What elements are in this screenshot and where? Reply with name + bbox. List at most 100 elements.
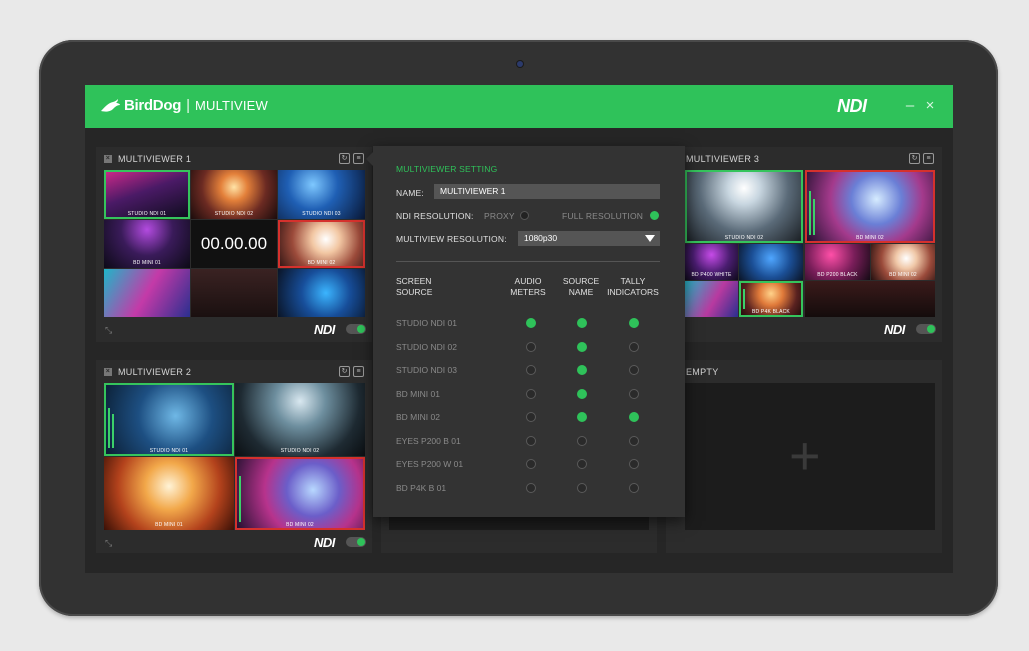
- close-button[interactable]: ×: [923, 97, 937, 114]
- tally-toggle[interactable]: [629, 482, 639, 493]
- tile-studio-ndi-02[interactable]: STUDIO NDI 02: [191, 170, 277, 219]
- panel-title-text: MULTIVIEWER 2: [118, 367, 192, 377]
- audio-toggle[interactable]: [526, 365, 536, 375]
- source-name-toggle[interactable]: [577, 412, 587, 422]
- ndi-output-toggle[interactable]: [346, 537, 366, 547]
- proxy-option-label: PROXY: [484, 211, 515, 221]
- menu-icon[interactable]: ≡: [353, 153, 364, 164]
- tile-bottom-2[interactable]: [191, 269, 277, 317]
- col-screen-source: SCREEN SOURCE: [396, 276, 433, 297]
- tile-studio-ndi-02[interactable]: STUDIO NDI 02: [685, 170, 803, 243]
- tile-bd-mini-02[interactable]: BD MINI 02: [805, 170, 935, 243]
- header-bar: BirdDog | MULTIVIEW NDI – ×: [85, 85, 953, 128]
- birddog-logo: BirdDog | MULTIVIEW: [99, 97, 268, 114]
- multiview-resolution-label: MULTIVIEW RESOLUTION:: [396, 234, 507, 244]
- tally-toggle[interactable]: [629, 412, 639, 422]
- source-row-name: STUDIO NDI 02: [396, 341, 457, 352]
- audio-toggle[interactable]: [526, 388, 536, 399]
- source-grid: STUDIO NDI 01 STUDIO NDI 02 BD MINI 01 B…: [104, 383, 365, 530]
- refresh-icon[interactable]: ↻: [339, 153, 350, 164]
- source-name-toggle[interactable]: [577, 459, 587, 469]
- settings-title: MULTIVIEWER SETTING: [396, 164, 498, 174]
- audio-meter: [112, 414, 114, 448]
- popup-arrow: [366, 152, 373, 166]
- audio-meter: [809, 191, 811, 235]
- tally-toggle[interactable]: [629, 459, 639, 469]
- multiviewer-1-panel: × MULTIVIEWER 1 ↻ ≡ STUDIO NDI 01 STUDIO …: [96, 147, 372, 342]
- tile-bottom-1[interactable]: [685, 281, 738, 317]
- tile-studio-ndi-01[interactable]: STUDIO NDI 01: [104, 170, 190, 219]
- source-name-toggle[interactable]: [577, 435, 587, 446]
- audio-toggle[interactable]: [526, 412, 536, 422]
- refresh-icon[interactable]: ↻: [909, 153, 920, 164]
- chevron-down-icon: [645, 235, 655, 242]
- menu-icon[interactable]: ≡: [353, 366, 364, 377]
- close-box-icon[interactable]: ×: [104, 368, 112, 376]
- tile-bottom-1[interactable]: [104, 269, 190, 317]
- minimize-button[interactable]: –: [903, 97, 917, 114]
- panel-title: × MULTIVIEWER 1: [104, 154, 191, 164]
- ndi-output-toggle[interactable]: [916, 324, 936, 334]
- source-name-toggle[interactable]: [577, 482, 587, 493]
- audio-toggle[interactable]: [526, 482, 536, 493]
- name-label: NAME:: [396, 188, 424, 198]
- source-name-toggle[interactable]: [577, 365, 587, 375]
- tally-toggle[interactable]: [629, 365, 639, 375]
- timer-display: 00.00.00: [191, 220, 277, 268]
- tile-bd-p4k-black[interactable]: BD P4K BLACK: [739, 281, 803, 317]
- expand-icon[interactable]: ⤡: [105, 325, 112, 336]
- tile-studio-ndi-01[interactable]: STUDIO NDI 01: [104, 383, 234, 456]
- source-row-name: STUDIO NDI 01: [396, 318, 457, 328]
- panel-icons: ↻ ≡: [339, 366, 364, 377]
- source-row-name: BD MINI 01: [396, 388, 440, 399]
- tile-bd-p200-black[interactable]: BD P200 BLACK: [805, 244, 870, 280]
- tile-bd-mini-01[interactable]: BD MINI 01: [104, 457, 234, 530]
- name-input[interactable]: MULTIVIEWER 1: [434, 184, 660, 199]
- ndi-output-toggle[interactable]: [346, 324, 366, 334]
- col-audio-meters: AUDIO METERS: [510, 276, 546, 297]
- panel-title: × MULTIVIEWER 2: [104, 367, 191, 377]
- tile-bd-mini-02[interactable]: BD MINI 02: [235, 457, 365, 530]
- source-name-toggle[interactable]: [577, 388, 587, 399]
- tile-studio-ndi-03[interactable]: STUDIO NDI 03: [278, 170, 365, 219]
- source-row-name: STUDIO NDI 03: [396, 365, 457, 375]
- source-name-toggle[interactable]: [577, 318, 587, 328]
- close-box-icon[interactable]: ×: [104, 155, 112, 163]
- audio-toggle[interactable]: [526, 435, 536, 446]
- tally-toggle[interactable]: [629, 388, 639, 399]
- source-grid: STUDIO NDI 02 BD MINI 02 BD P400 WHITE B…: [685, 170, 935, 317]
- tally-toggle[interactable]: [629, 318, 639, 328]
- tile-bd-mini-02-small[interactable]: BD MINI 02: [871, 244, 935, 280]
- tally-toggle[interactable]: [629, 435, 639, 446]
- refresh-icon[interactable]: ↻: [339, 366, 350, 377]
- menu-icon[interactable]: ≡: [923, 153, 934, 164]
- audio-toggle[interactable]: [526, 341, 536, 352]
- panel-title-text: EMPTY: [686, 367, 719, 377]
- audio-toggle[interactable]: [526, 318, 536, 328]
- tile-bd-p400-white[interactable]: BD P400 WHITE: [685, 244, 738, 280]
- add-multiviewer-area[interactable]: +: [685, 383, 935, 530]
- full-resolution-radio[interactable]: [650, 211, 659, 220]
- tile-blue-stage[interactable]: [739, 244, 803, 280]
- audio-meter: [743, 289, 745, 309]
- source-grid: STUDIO NDI 01 STUDIO NDI 02 STUDIO NDI 0…: [104, 170, 365, 317]
- divider: [396, 261, 660, 262]
- audio-meter: [239, 476, 241, 522]
- source-name-toggle[interactable]: [577, 341, 587, 352]
- multiview-resolution-select[interactable]: 1080p30: [518, 231, 660, 246]
- panel-title-text: MULTIVIEWER 1: [118, 154, 192, 164]
- expand-icon[interactable]: ⤡: [105, 538, 112, 549]
- audio-toggle[interactable]: [526, 459, 536, 469]
- tally-toggle[interactable]: [629, 341, 639, 352]
- tile-studio-ndi-02[interactable]: STUDIO NDI 02: [235, 383, 365, 456]
- tile-bottom-3[interactable]: [278, 269, 365, 317]
- multiviewer-settings-popup: MULTIVIEWER SETTING NAME: MULTIVIEWER 1 …: [366, 146, 685, 517]
- tile-bd-mini-01[interactable]: BD MINI 01: [104, 220, 190, 268]
- full-resolution-option-label: FULL RESOLUTION: [562, 211, 644, 221]
- proxy-radio[interactable]: [520, 211, 529, 220]
- app-window: BirdDog | MULTIVIEW NDI – × × MULTIVIEWER…: [85, 85, 953, 573]
- ndi-resolution-label: NDI RESOLUTION:: [396, 211, 474, 221]
- source-row-name: EYES P200 W 01: [396, 459, 464, 469]
- tile-bottom-3[interactable]: [805, 281, 935, 317]
- tile-bd-mini-02[interactable]: BD MINI 02: [278, 220, 365, 268]
